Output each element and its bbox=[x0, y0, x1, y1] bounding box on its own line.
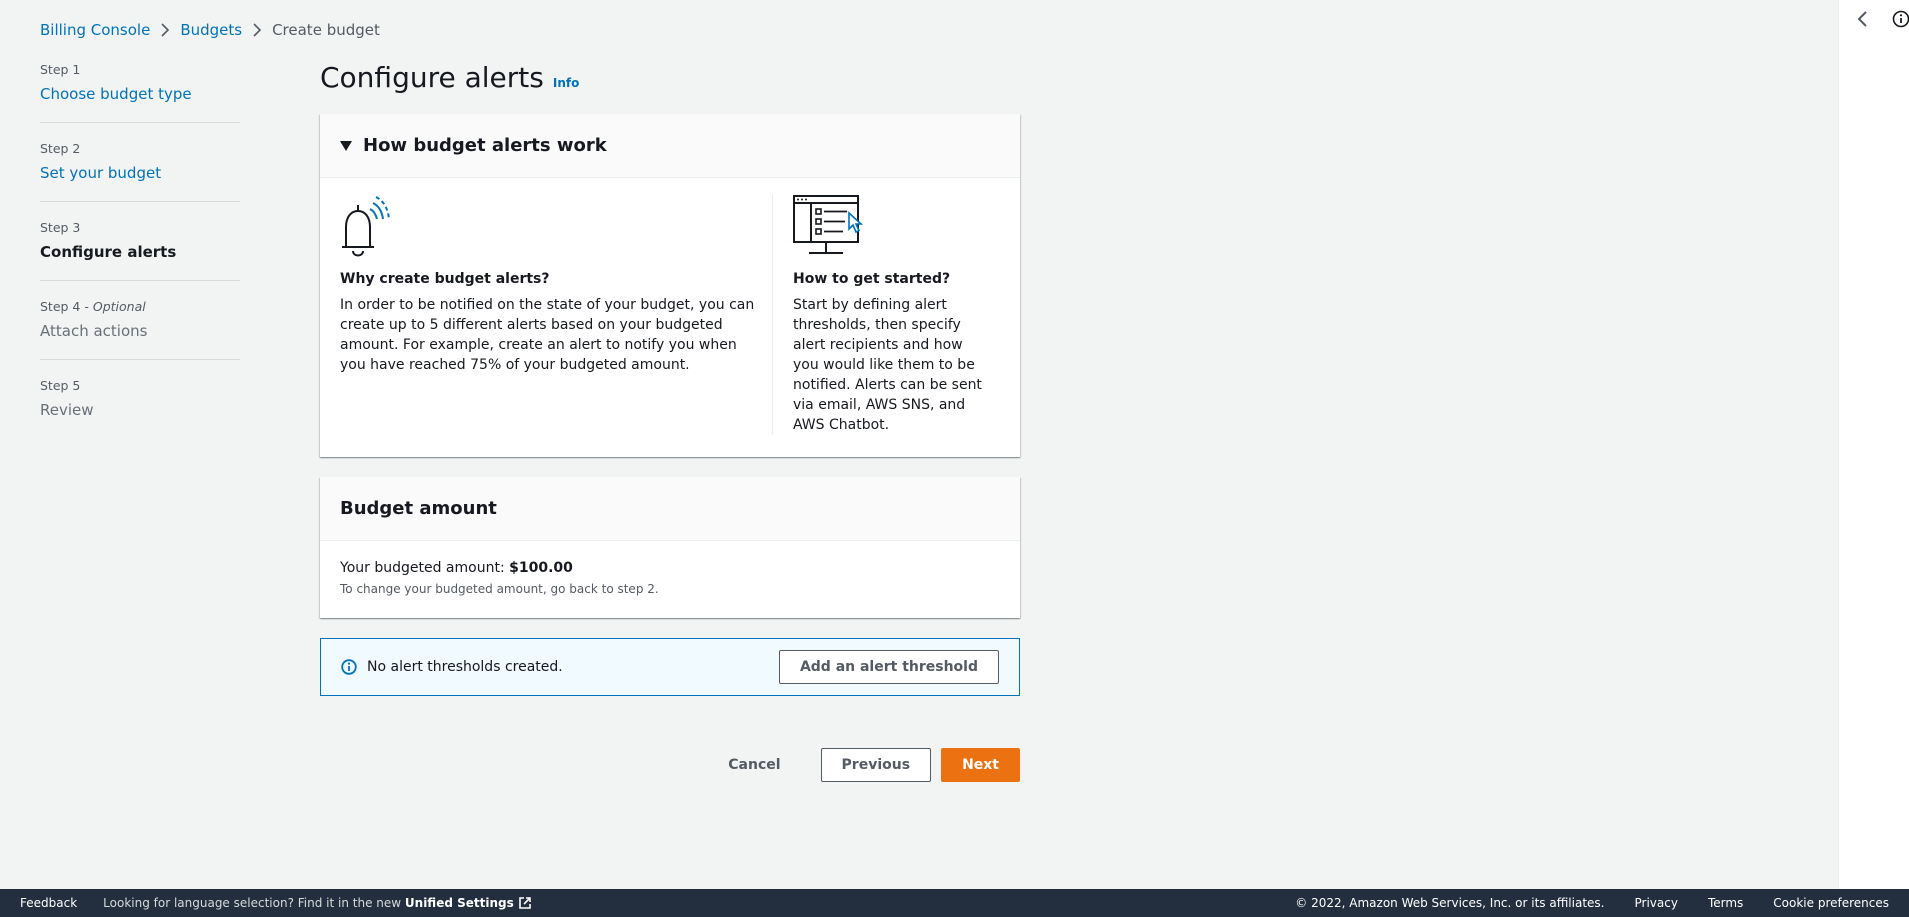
step-2: Step 2 Set your budget bbox=[40, 139, 240, 202]
info-circle-icon bbox=[341, 659, 357, 675]
how-alerts-work-body: Why create budget alerts? In order to be… bbox=[320, 178, 1020, 457]
step-optional-tag: Optional bbox=[92, 299, 146, 314]
chevron-right-icon bbox=[150, 20, 180, 40]
page-title: Configure alerts bbox=[320, 61, 544, 94]
cookie-preferences-link[interactable]: Cookie preferences bbox=[1773, 896, 1889, 910]
how-to-get-started-column: How to get started? Start by defining al… bbox=[772, 195, 982, 435]
help-panel-rail bbox=[1838, 0, 1909, 889]
console-footer: Feedback Looking for language selection?… bbox=[0, 889, 1909, 917]
step-link-choose-budget-type[interactable]: Choose budget type bbox=[40, 85, 192, 103]
step-label-review: Review bbox=[40, 401, 94, 419]
step-number: Step 1 bbox=[40, 62, 81, 77]
copyright-text: © 2022, Amazon Web Services, Inc. or its… bbox=[1295, 896, 1605, 910]
how-to-get-started-text: Start by defining alert thresholds, then… bbox=[793, 297, 982, 433]
why-create-alerts-heading: Why create budget alerts? bbox=[340, 271, 550, 287]
wizard-steps: Step 1 Choose budget type Step 2 Set you… bbox=[40, 60, 240, 454]
chevron-left-icon[interactable] bbox=[1856, 10, 1870, 32]
external-link-icon[interactable] bbox=[518, 896, 532, 910]
unified-settings-link[interactable]: Unified Settings bbox=[405, 896, 514, 910]
main-content: Configure alerts Info How budget alerts … bbox=[320, 60, 1020, 782]
feedback-link[interactable]: Feedback bbox=[20, 896, 77, 910]
step-label-attach-actions: Attach actions bbox=[40, 322, 148, 340]
budget-amount-header: Budget amount bbox=[320, 477, 1020, 541]
budgeted-amount-value: $100.00 bbox=[509, 560, 573, 576]
step-number: Step 5 bbox=[40, 378, 81, 393]
how-to-get-started-heading: How to get started? bbox=[793, 271, 951, 287]
cancel-button[interactable]: Cancel bbox=[708, 748, 800, 782]
step-link-set-your-budget[interactable]: Set your budget bbox=[40, 164, 161, 182]
step-number-text: Step 4 bbox=[40, 299, 81, 314]
step-current-configure-alerts: Configure alerts bbox=[40, 243, 177, 261]
budget-amount-body: Your budgeted amount: $100.00 To change … bbox=[320, 541, 1020, 618]
budgeted-amount-line: Your budgeted amount: $100.00 bbox=[340, 558, 1000, 578]
how-alerts-work-panel: How budget alerts work Why create budget… bbox=[320, 114, 1020, 457]
chevron-right-icon bbox=[242, 20, 272, 40]
footer-links: © 2022, Amazon Web Services, Inc. or its… bbox=[1295, 896, 1889, 910]
budget-amount-title: Budget amount bbox=[340, 498, 497, 519]
next-button[interactable]: Next bbox=[941, 748, 1020, 782]
language-notice: Looking for language selection? Find it … bbox=[103, 896, 514, 910]
language-notice-text: Looking for language selection? Find it … bbox=[103, 896, 402, 910]
why-create-alerts-column: Why create budget alerts? In order to be… bbox=[340, 195, 772, 435]
step-number: Step 2 bbox=[40, 141, 81, 156]
page-header: Configure alerts Info bbox=[320, 60, 1020, 96]
step-number: Step 4 - Optional bbox=[40, 299, 146, 314]
wizard-actions: Cancel Previous Next bbox=[320, 748, 1020, 782]
breadcrumb-budgets[interactable]: Budgets bbox=[180, 21, 242, 39]
monitor-checklist-icon bbox=[793, 195, 982, 261]
add-alert-threshold-button[interactable]: Add an alert threshold bbox=[778, 650, 999, 684]
privacy-link[interactable]: Privacy bbox=[1634, 896, 1677, 910]
breadcrumb-create-budget: Create budget bbox=[272, 21, 380, 39]
bell-icon bbox=[340, 195, 760, 261]
no-thresholds-message: No alert thresholds created. bbox=[367, 659, 563, 675]
step-3: Step 3 Configure alerts bbox=[40, 218, 240, 281]
step-4: Step 4 - Optional Attach actions bbox=[40, 297, 240, 360]
no-thresholds-alert: No alert thresholds created. Add an aler… bbox=[320, 638, 1020, 696]
breadcrumb-billing-console[interactable]: Billing Console bbox=[40, 21, 150, 39]
budgeted-amount-label: Your budgeted amount: bbox=[340, 560, 505, 576]
step-5: Step 5 Review bbox=[40, 376, 240, 438]
info-link[interactable]: Info bbox=[553, 76, 579, 90]
step-number: Step 3 bbox=[40, 220, 81, 235]
budget-amount-panel: Budget amount Your budgeted amount: $100… bbox=[320, 477, 1020, 618]
how-alerts-work-header[interactable]: How budget alerts work bbox=[320, 114, 1020, 178]
why-create-alerts-text: In order to be notified on the state of … bbox=[340, 297, 755, 373]
breadcrumb: Billing Console Budgets Create budget bbox=[40, 20, 380, 40]
terms-link[interactable]: Terms bbox=[1708, 896, 1743, 910]
previous-button[interactable]: Previous bbox=[820, 748, 932, 782]
step-1: Step 1 Choose budget type bbox=[40, 60, 240, 123]
caret-down-icon[interactable] bbox=[340, 140, 352, 151]
how-alerts-work-title: How budget alerts work bbox=[363, 135, 607, 156]
info-circle-icon[interactable] bbox=[1892, 10, 1909, 32]
budgeted-amount-hint: To change your budgeted amount, go back … bbox=[340, 582, 659, 596]
